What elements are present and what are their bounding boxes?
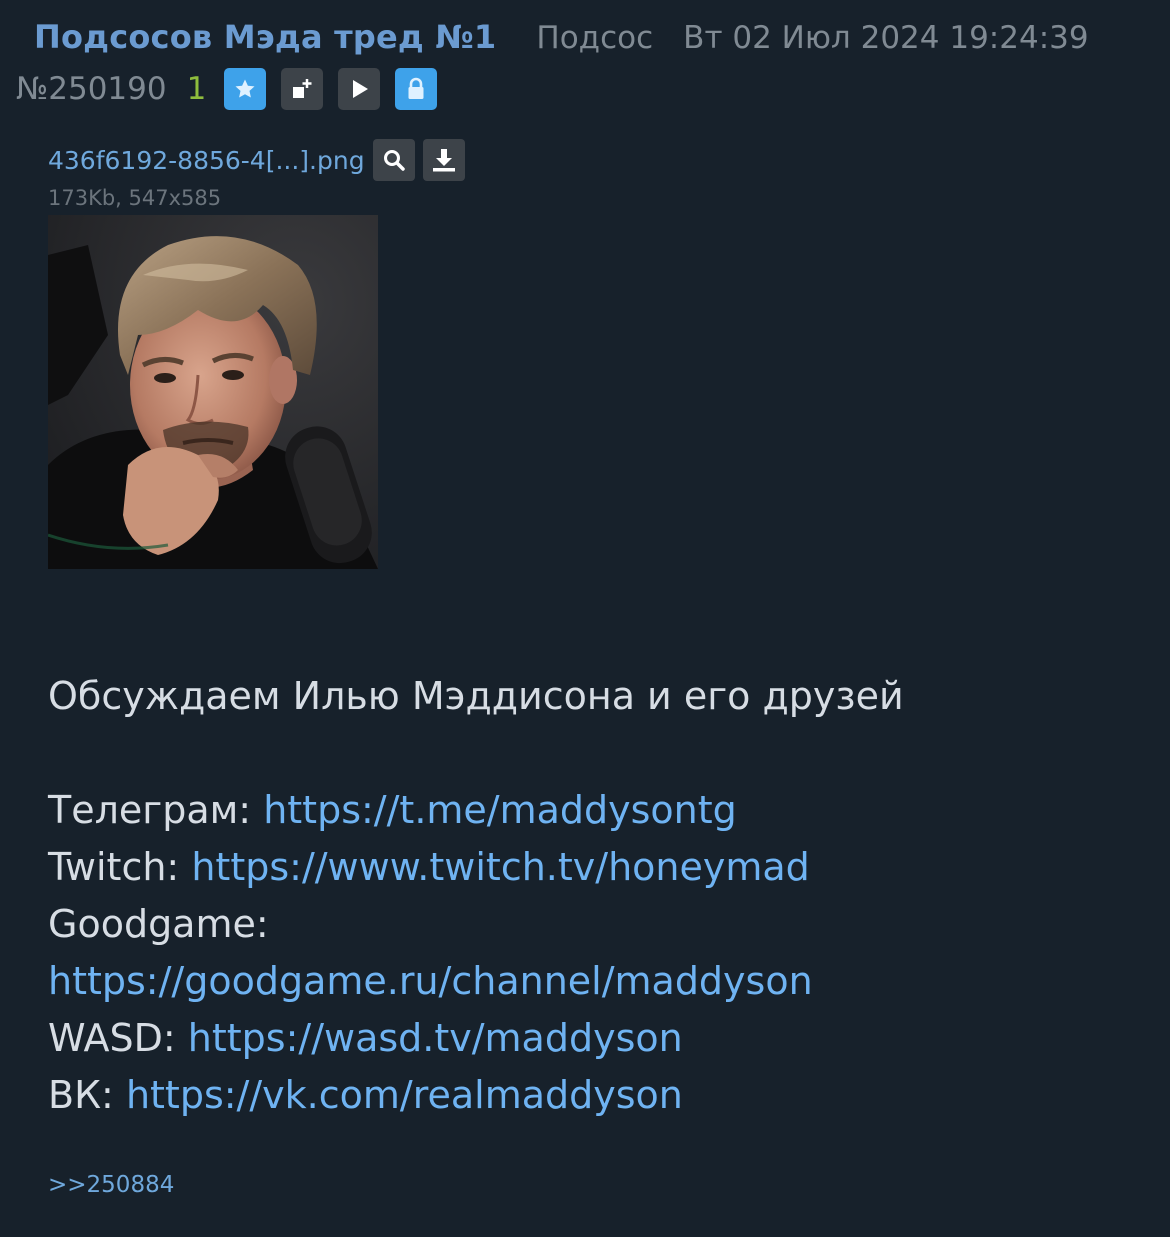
- post-number[interactable]: №250190: [16, 71, 167, 107]
- reply-count: 1: [186, 71, 207, 107]
- message-intro: Обсуждаем Илью Мэддисона и его друзей: [48, 674, 904, 718]
- image-thumbnail[interactable]: [48, 215, 378, 569]
- add-to-list-button[interactable]: [281, 68, 324, 110]
- link-line-vk: ВК: https://vk.com/realmaddyson: [48, 1067, 1148, 1124]
- search-icon: [383, 150, 405, 171]
- link-line-goodgame: https://goodgame.ru/channel/maddyson: [48, 953, 1148, 1010]
- play-button[interactable]: [338, 68, 381, 110]
- lock-icon: [408, 77, 424, 99]
- link-label-vk: ВК:: [48, 1073, 114, 1117]
- lock-button[interactable]: [395, 68, 438, 110]
- image-search-button[interactable]: [372, 139, 415, 181]
- photo-thumbnail-picture: [48, 215, 378, 569]
- post-meta-row: №250190 1: [16, 68, 438, 110]
- star-icon: [235, 79, 255, 98]
- link-vk[interactable]: https://vk.com/realmaddyson: [126, 1073, 683, 1117]
- link-label-wasd: WASD:: [48, 1016, 176, 1060]
- download-icon: [432, 149, 455, 172]
- file-name-link[interactable]: 436f6192-8856-4[...].png: [48, 146, 365, 175]
- link-label-twitch: Twitch:: [48, 845, 180, 889]
- thread-subject[interactable]: Подсосов Мэда тред №1: [34, 18, 496, 56]
- thread-post: Подсосов Мэда тред №1 Подсос Вт 02 Июл 2…: [0, 0, 1170, 1237]
- message-spacer: [48, 725, 1148, 782]
- replies-list: >>250884: [48, 1172, 174, 1198]
- file-attachment: 436f6192-8856-4[...].png 173Kb, 547x585: [48, 138, 465, 210]
- link-goodgame[interactable]: https://goodgame.ru/channel/maddyson: [48, 959, 813, 1003]
- download-button[interactable]: [422, 139, 465, 181]
- post-message: Обсуждаем Илью Мэддисона и его друзей Те…: [48, 668, 1148, 1124]
- post-datetime: Вт 02 Июл 2024 19:24:39: [683, 20, 1089, 56]
- play-icon: [353, 80, 369, 98]
- link-line-wasd: WASD: https://wasd.tv/maddyson: [48, 1010, 1148, 1067]
- post-header: Подсосов Мэда тред №1 Подсос Вт 02 Июл 2…: [34, 18, 1089, 64]
- file-info: 173Kb, 547x585: [48, 186, 222, 210]
- link-line-telegram: Телеграм: https://t.me/maddysontg: [48, 782, 1148, 839]
- link-wasd[interactable]: https://wasd.tv/maddyson: [188, 1016, 683, 1060]
- add-icon: [293, 79, 312, 98]
- file-row: 436f6192-8856-4[...].png: [48, 138, 465, 182]
- link-label-goodgame: Goodgame:: [48, 902, 269, 946]
- reply-link[interactable]: >>250884: [48, 1172, 174, 1198]
- link-label-telegram: Телеграм:: [48, 788, 252, 832]
- link-twitch[interactable]: https://www.twitch.tv/honeymad: [191, 845, 809, 889]
- link-telegram[interactable]: https://t.me/maddysontg: [263, 788, 737, 832]
- post-author: Подсос: [536, 20, 654, 56]
- favorite-button[interactable]: [224, 68, 267, 110]
- link-line-twitch: Twitch: https://www.twitch.tv/honeymad: [48, 839, 1148, 896]
